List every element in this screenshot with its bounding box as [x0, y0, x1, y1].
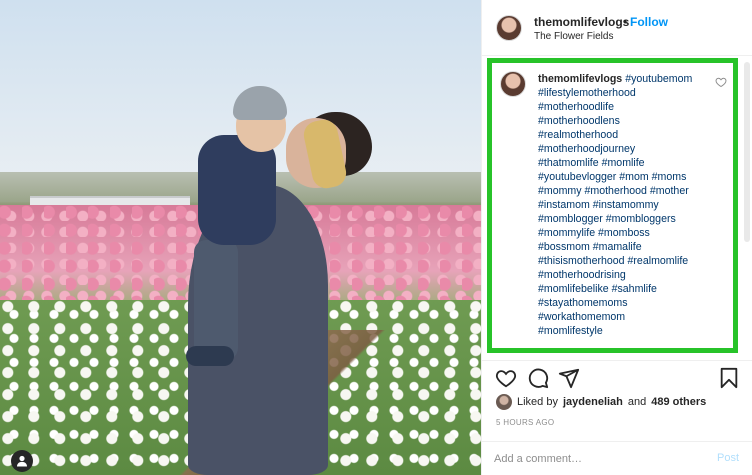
caption-scrollbar[interactable] — [744, 62, 750, 242]
likes-others-link[interactable]: 489 others — [651, 396, 706, 408]
likes-and: and — [627, 396, 647, 408]
caption-hashtag-line[interactable]: #motherhoodjourney — [538, 143, 635, 155]
caption-hashtag-line[interactable]: #momlifebelike #sahmlife — [538, 283, 657, 295]
caption-hashtag-line[interactable]: #motherhoodlens — [538, 115, 620, 127]
caption-hashtags: #youtubemom #lifestylemotherhood #motherho… — [538, 73, 692, 337]
caption-username[interactable]: themomlifevlogs — [538, 73, 622, 85]
caption-hashtag-line[interactable]: #momlifestyle — [538, 325, 603, 337]
header-username[interactable]: themomlifevlogs — [534, 15, 629, 29]
action-bar — [482, 360, 752, 394]
caption-hashtag-line[interactable]: #momblogger #mombloggers — [538, 213, 676, 225]
caption-avatar[interactable] — [500, 71, 526, 97]
caption-highlight-box: themomlifevlogs #youtubemom #lifestylemoth… — [487, 58, 738, 353]
caption-hashtag-line[interactable]: #lifestylemotherhood — [538, 87, 636, 99]
follow-button[interactable]: Follow — [630, 15, 668, 29]
caption-hashtag-line[interactable]: #bossmom #mamalife — [538, 241, 642, 253]
location-link[interactable]: The Flower Fields — [534, 31, 613, 42]
caption-hashtag-line[interactable]: #stayathomemoms — [538, 297, 628, 309]
likes-prefix: Liked by — [517, 396, 558, 408]
caption-hashtag-line[interactable]: #youtubemom — [625, 73, 692, 85]
post-timestamp[interactable]: 5 HOURS AGO — [496, 418, 554, 427]
photo-baby-shoe — [186, 346, 234, 366]
caption-hashtag-line[interactable]: #instamom #instamommy — [538, 199, 659, 211]
caption-hashtag-line[interactable]: #workathomemom — [538, 311, 625, 323]
post-side-panel: themomlifevlogs • Follow The Flower Fiel… — [481, 0, 752, 475]
caption-hashtag-line[interactable]: #motherhoodlife — [538, 101, 614, 113]
comment-bar: Post — [482, 441, 752, 475]
tagged-user-button[interactable] — [11, 450, 33, 472]
liker-avatar[interactable] — [496, 394, 512, 410]
liker-username[interactable]: jaydeneliah — [563, 396, 623, 408]
bookmark-icon[interactable] — [718, 367, 740, 389]
caption-hashtag-line[interactable]: #thatmomlife #momlife — [538, 157, 645, 169]
post-header: themomlifevlogs • Follow The Flower Fiel… — [482, 0, 752, 56]
photo-baby-legs — [194, 240, 238, 360]
caption-hashtag-line[interactable]: #motherhoodrising — [538, 269, 626, 281]
heart-icon[interactable] — [495, 367, 517, 389]
post-comment-button[interactable]: Post — [717, 452, 739, 464]
caption-hashtag-line[interactable]: #mommy #motherhood #mother — [538, 185, 689, 197]
post-photo[interactable] — [0, 0, 481, 475]
header-separator: • — [623, 15, 628, 29]
caption-text: themomlifevlogs #youtubemom #lifestylemoth… — [538, 72, 708, 338]
caption-hashtag-line[interactable]: #mommylife #momboss — [538, 227, 650, 239]
caption-hashtag-line[interactable]: #thisismotherhood #realmomlife — [538, 255, 688, 267]
like-comment-heart-icon[interactable] — [715, 76, 727, 88]
likes-summary: Liked by jaydeneliah and 489 others — [496, 393, 706, 411]
caption-hashtag-line[interactable]: #youtubevlogger #mom #moms — [538, 171, 686, 183]
user-icon — [17, 455, 27, 467]
comment-input[interactable] — [494, 451, 694, 467]
comment-icon[interactable] — [527, 367, 549, 389]
share-icon[interactable] — [558, 367, 580, 389]
caption-hashtag-line[interactable]: #realmotherhood — [538, 129, 618, 141]
avatar[interactable] — [496, 15, 522, 41]
